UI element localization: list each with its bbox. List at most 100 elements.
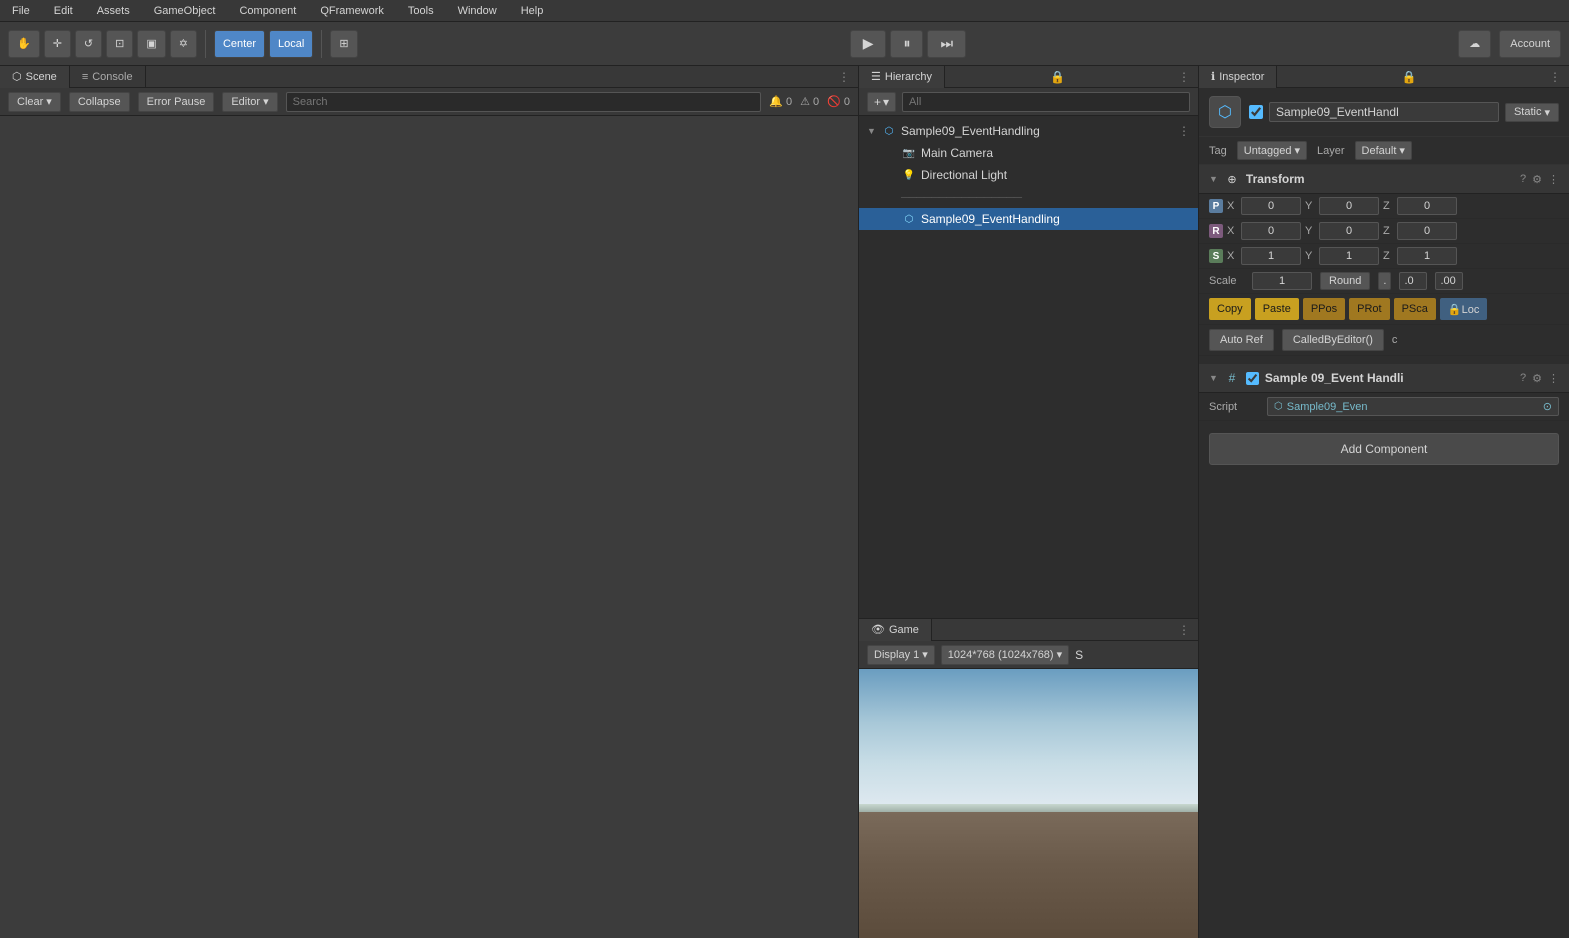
move-tool-btn[interactable]: ✛ xyxy=(44,30,71,58)
game-toolbar: Display 1 ▾ 1024*768 (1024x768) ▾ S xyxy=(859,641,1198,669)
tab-inspector[interactable]: ℹ Inspector xyxy=(1199,66,1277,88)
script-settings-icon[interactable]: ⚙ xyxy=(1532,372,1542,385)
pos-z-input[interactable] xyxy=(1397,197,1457,215)
loc-btn[interactable]: 🔒Loc xyxy=(1440,298,1487,320)
account-btn[interactable]: Account xyxy=(1499,30,1561,58)
calledby-btn[interactable]: CalledByEditor() xyxy=(1282,329,1384,351)
step-btn[interactable]: ⏭ xyxy=(927,30,966,58)
pause-btn[interactable]: ⏸ xyxy=(890,30,923,58)
paste-btn[interactable]: Paste xyxy=(1255,298,1299,320)
game-more-icon[interactable]: ⋮ xyxy=(1170,623,1198,637)
transform-settings-icon[interactable]: ⚙ xyxy=(1532,173,1542,186)
menu-component[interactable]: Component xyxy=(235,3,300,19)
round-btn[interactable]: Round xyxy=(1320,272,1370,290)
transform-tool-btn[interactable]: ✡ xyxy=(170,30,197,58)
resolution-dropdown[interactable]: 1024*768 (1024x768) ▾ xyxy=(941,645,1069,665)
menu-tools[interactable]: Tools xyxy=(404,3,438,19)
clear-btn[interactable]: Clear ▾ xyxy=(8,92,61,112)
scene-viewport[interactable] xyxy=(0,116,858,938)
insp-more-btn[interactable]: ⋮ xyxy=(1541,70,1569,84)
scale-tool-btn[interactable]: ⊡ xyxy=(106,30,133,58)
psca-btn[interactable]: PSca xyxy=(1394,298,1436,320)
decimal1-input[interactable] xyxy=(1399,272,1427,290)
insp-lock-btn[interactable]: 🔒 xyxy=(1394,70,1425,84)
menu-edit[interactable]: Edit xyxy=(50,3,77,19)
layer-dropdown[interactable]: Default ▾ xyxy=(1355,141,1412,160)
editor-btn[interactable]: Editor ▾ xyxy=(222,92,277,112)
scale-z-input[interactable] xyxy=(1397,247,1457,265)
list-item[interactable]: ⬡ Sample09_EventHandling xyxy=(859,208,1198,230)
list-item[interactable]: ▼ ⬡ Sample09_EventHandling ⋮ xyxy=(859,120,1198,142)
copy-btn[interactable]: Copy xyxy=(1209,298,1251,320)
left-panel: ⬡ Scene ≡ Console ⋮ Clear ▾ Collapse Err… xyxy=(0,66,859,938)
static-dropdown[interactable]: Static ▾ xyxy=(1505,103,1559,122)
snap-btn[interactable]: ⊞ xyxy=(330,30,357,58)
rect-tool-btn[interactable]: ▣ xyxy=(137,30,165,58)
ppos-btn[interactable]: PPos xyxy=(1303,298,1345,320)
script-enabled-checkbox[interactable] xyxy=(1246,372,1259,385)
tag-label: Tag xyxy=(1209,145,1227,157)
list-item[interactable]: 📷 Main Camera xyxy=(859,142,1198,164)
hier-more-icon[interactable]: ⋮ xyxy=(1170,70,1198,84)
menu-help[interactable]: Help xyxy=(517,3,548,19)
rot-z-input[interactable] xyxy=(1397,222,1457,240)
script-target-icon[interactable]: ⊙ xyxy=(1543,400,1552,413)
error-pause-btn[interactable]: Error Pause xyxy=(138,92,215,112)
scale-x-input[interactable] xyxy=(1241,247,1301,265)
transform-header[interactable]: ▼ ⊕ Transform ? ⚙ ⋮ xyxy=(1199,165,1569,194)
prot-btn[interactable]: PRot xyxy=(1349,298,1389,320)
transform-more-icon[interactable]: ⋮ xyxy=(1548,173,1559,186)
hand-tool-btn[interactable]: ✋ xyxy=(8,30,40,58)
menu-gameobject[interactable]: GameObject xyxy=(150,3,220,19)
rotate-tool-btn[interactable]: ↺ xyxy=(75,30,102,58)
autoref-btn[interactable]: Auto Ref xyxy=(1209,329,1274,351)
game-tab-label: Game xyxy=(889,624,919,636)
tab-game[interactable]: 👁 Game xyxy=(859,619,932,641)
hier-item-more-icon[interactable]: ⋮ xyxy=(1178,124,1190,138)
script-ref[interactable]: ⬡ Sample09_Even ⊙ xyxy=(1267,397,1559,416)
menu-assets[interactable]: Assets xyxy=(93,3,134,19)
rot-y-input[interactable] xyxy=(1319,222,1379,240)
hier-search-input[interactable] xyxy=(902,92,1190,112)
tab-hierarchy[interactable]: ☰ Hierarchy xyxy=(859,66,945,88)
decimal2-input[interactable] xyxy=(1435,272,1463,290)
list-item[interactable]: 💡 Directional Light xyxy=(859,164,1198,186)
resolution-arrow-icon: ▾ xyxy=(1057,648,1063,661)
collapse-btn[interactable]: Collapse xyxy=(69,92,130,112)
pivot-center-btn[interactable]: Center xyxy=(214,30,265,58)
hierarchy-tab-bar: ☰ Hierarchy 🔒 ⋮ xyxy=(859,66,1198,88)
script-help-icon[interactable]: ? xyxy=(1520,372,1526,384)
cloud-btn[interactable]: ☁ xyxy=(1458,30,1491,58)
tab-more-btn[interactable]: ⋮ xyxy=(830,70,858,84)
tag-dropdown[interactable]: Untagged ▾ xyxy=(1237,141,1307,160)
object-enabled-checkbox[interactable] xyxy=(1249,105,1263,119)
transform-help-icon[interactable]: ? xyxy=(1520,173,1526,185)
game-tab-icon: 👁 xyxy=(871,623,885,636)
play-btn[interactable]: ▶ xyxy=(850,30,887,58)
pos-x-input[interactable] xyxy=(1241,197,1301,215)
menu-file[interactable]: File xyxy=(8,3,34,19)
rot-x-input[interactable] xyxy=(1241,222,1301,240)
log-badge-error: 🚫 0 xyxy=(827,95,850,108)
menu-qframework[interactable]: QFramework xyxy=(316,3,388,19)
dot-btn[interactable]: . xyxy=(1378,272,1391,290)
scale-y-input[interactable] xyxy=(1319,247,1379,265)
object-name-input[interactable] xyxy=(1269,102,1499,122)
error-count: 0 xyxy=(844,96,850,108)
script-more-icon[interactable]: ⋮ xyxy=(1548,372,1559,385)
hier-lock-icon[interactable]: 🔒 xyxy=(1042,70,1073,84)
pivot-local-btn[interactable]: Local xyxy=(269,30,313,58)
menu-window[interactable]: Window xyxy=(454,3,501,19)
pos-y-input[interactable] xyxy=(1319,197,1379,215)
game-viewport[interactable] xyxy=(859,669,1198,938)
tab-scene[interactable]: ⬡ Scene xyxy=(0,66,70,88)
console-search-input[interactable] xyxy=(286,92,762,112)
display-dropdown[interactable]: Display 1 ▾ xyxy=(867,645,935,665)
tab-console[interactable]: ≡ Console xyxy=(70,66,146,88)
console-tab-icon: ≡ xyxy=(82,71,88,83)
hierarchy-toolbar: + ▾ xyxy=(859,88,1198,116)
script-component-header[interactable]: ▼ # Sample 09_Event Handli ? ⚙ ⋮ xyxy=(1199,364,1569,393)
scale-uniform-input[interactable] xyxy=(1252,272,1312,290)
add-component-btn[interactable]: Add Component xyxy=(1209,433,1559,465)
hier-add-btn[interactable]: + ▾ xyxy=(867,92,896,112)
